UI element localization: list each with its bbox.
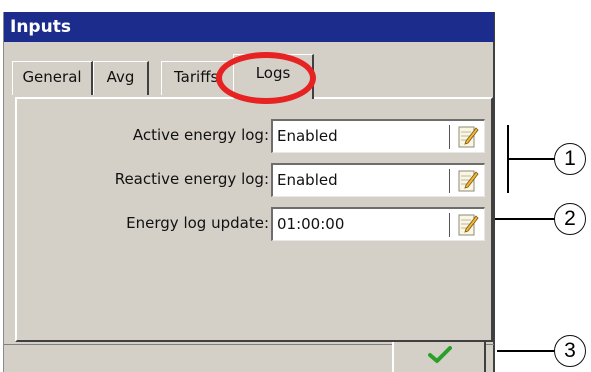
tab-avg[interactable]: Avg <box>93 61 149 95</box>
tab-tariffs[interactable]: Tariffs <box>161 61 237 95</box>
energy-log-update-label: Energy log update: <box>126 214 269 232</box>
reactive-energy-log-value: Enabled <box>277 171 338 189</box>
callout-2-line <box>495 218 555 220</box>
reactive-energy-log-label: Reactive energy log: <box>114 170 269 188</box>
field-separator <box>449 213 450 237</box>
energy-log-update-field[interactable]: 01:00:00 <box>271 207 485 241</box>
callout-2-marker: 2 <box>554 203 586 235</box>
callout-3-marker: 3 <box>554 335 586 367</box>
reactive-energy-log-field[interactable]: Enabled <box>271 163 485 197</box>
field-separator <box>449 125 450 149</box>
tab-logs-label: Logs <box>255 64 291 82</box>
window-title: Inputs <box>4 12 494 42</box>
checkmark-icon <box>428 346 452 363</box>
active-energy-log-label: Active energy log: <box>132 126 269 144</box>
tab-logs[interactable]: Logs <box>233 54 314 99</box>
edit-icon[interactable] <box>457 213 479 237</box>
edit-icon[interactable] <box>457 169 479 193</box>
tab-avg-label: Avg <box>106 68 135 86</box>
active-energy-log-field[interactable]: Enabled <box>271 119 485 153</box>
active-energy-log-value: Enabled <box>277 127 338 145</box>
field-separator <box>449 169 450 193</box>
logs-panel: Active energy log: Enabled Reactive ener… <box>15 97 493 342</box>
tab-general-label: General <box>22 68 82 86</box>
inputs-window: Inputs General Avg Tariffs Logs Active e… <box>3 12 495 372</box>
tab-general[interactable]: General <box>12 61 93 95</box>
edit-icon[interactable] <box>457 125 479 149</box>
callout-3-line <box>497 350 555 352</box>
callout-1-marker: 1 <box>554 143 586 175</box>
energy-log-update-value: 01:00:00 <box>277 215 345 233</box>
callout-1-line <box>509 158 555 160</box>
tab-tariffs-label: Tariffs <box>174 68 219 86</box>
